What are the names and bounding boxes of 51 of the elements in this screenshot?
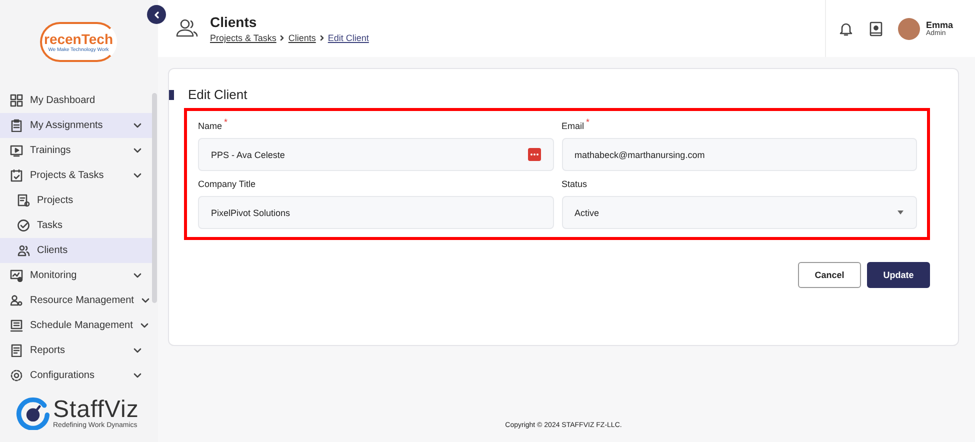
check-circle-icon xyxy=(17,219,30,232)
breadcrumb-link[interactable]: Clients xyxy=(288,33,316,43)
clipboard-icon xyxy=(10,119,23,132)
caret-down-icon xyxy=(897,210,904,215)
book-icon[interactable] xyxy=(868,20,884,36)
people-icon xyxy=(10,294,23,307)
form-title: Edit Client xyxy=(188,87,248,102)
calendar-check-icon xyxy=(10,169,23,182)
brand-name: StaffViz xyxy=(53,398,139,422)
sidebar-item[interactable]: Trainings xyxy=(0,138,152,163)
breadcrumb-link[interactable]: Projects & Tasks xyxy=(210,33,276,43)
sidebar-item[interactable]: Monitoring xyxy=(0,263,152,288)
gear-icon xyxy=(10,369,23,382)
people-icon xyxy=(17,244,30,257)
sidebar-item[interactable]: Resource Management xyxy=(0,288,152,313)
cancel-button[interactable]: Cancel xyxy=(798,262,861,288)
avatar[interactable] xyxy=(898,18,920,40)
bell-icon[interactable] xyxy=(838,20,854,36)
field-label: Status xyxy=(562,179,588,189)
sidebar-item[interactable]: Projects & Tasks xyxy=(0,163,152,188)
people-icon xyxy=(174,18,200,40)
chevron-left-icon xyxy=(152,10,160,18)
sidebar-item[interactable]: Projects xyxy=(0,188,152,213)
chevron-right-icon xyxy=(318,35,325,41)
sidebar-item[interactable]: Tasks xyxy=(0,213,152,238)
input-field[interactable]: PPS - Ava Celeste xyxy=(198,138,554,171)
sidebar-item[interactable]: Reports xyxy=(0,338,152,363)
sidebar-item[interactable]: Clients xyxy=(0,238,152,263)
title-marker xyxy=(169,90,174,100)
user-name: Emma xyxy=(926,20,953,30)
field-label: Company Title xyxy=(198,179,257,189)
update-button[interactable]: Update xyxy=(867,262,930,288)
monitor-gear-icon xyxy=(10,269,23,282)
page-title: Clients xyxy=(210,14,258,30)
report-icon xyxy=(10,344,23,357)
logo-name: recenTech xyxy=(44,32,113,46)
scrollbar[interactable] xyxy=(152,93,157,303)
sidebar-item[interactable]: Schedule Management xyxy=(0,313,152,338)
status-dropdown[interactable]: Active xyxy=(562,196,917,229)
input-field[interactable]: PixelPivot Solutions xyxy=(198,196,554,229)
chevron-right-icon xyxy=(279,35,286,41)
breadcrumb-link[interactable]: Edit Client xyxy=(328,33,369,43)
sidebar-item[interactable]: My Dashboard xyxy=(0,88,152,113)
input-field[interactable]: mathabeck@marthanursing.com xyxy=(562,138,917,171)
clock-person-icon xyxy=(16,396,50,430)
sidebar-item[interactable]: Configurations xyxy=(0,363,152,388)
sidebar-item[interactable]: My Assignments xyxy=(0,113,152,138)
document-people-icon xyxy=(17,194,30,207)
grid-icon xyxy=(10,94,23,107)
schedule-icon xyxy=(10,319,23,332)
play-screen-icon xyxy=(10,144,23,157)
